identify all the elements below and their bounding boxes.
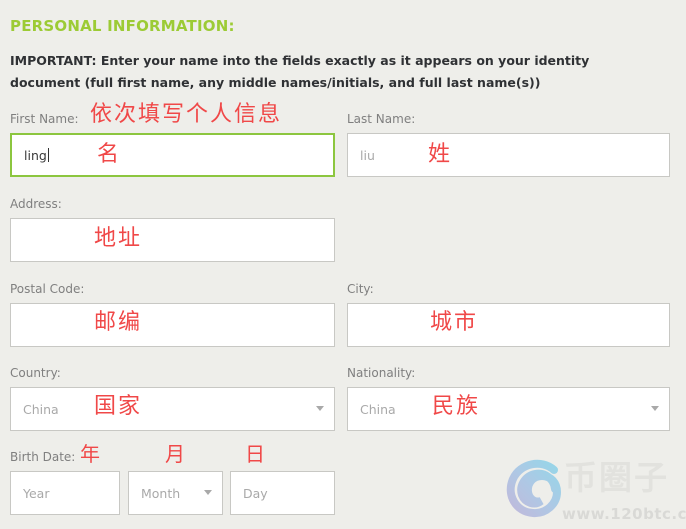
text-caret [47, 148, 49, 162]
annotation-birth-month: 月 [165, 442, 186, 466]
last-name-placeholder: liu [360, 147, 375, 163]
country-selected-value: China [23, 401, 59, 417]
annotation-fill-in-order: 依次填写个人信息 [90, 102, 283, 127]
watermark: 币圈子 www.120btc.com [502, 455, 686, 527]
address-label: Address: [10, 197, 62, 211]
country-label: Country: [10, 366, 61, 380]
birth-month-select[interactable]: Month [128, 471, 223, 515]
chevron-down-icon[interactable] [204, 490, 212, 495]
postal-code-label: Postal Code: [10, 282, 85, 296]
country-select[interactable]: China [10, 387, 335, 431]
annotation-birth-year: 年 [80, 442, 101, 466]
city-label: City: [347, 282, 374, 296]
watermark-url: www.120btc.com [562, 505, 686, 523]
chevron-down-icon[interactable] [316, 406, 324, 411]
nationality-select[interactable]: China [347, 387, 670, 431]
birth-day-input[interactable]: Day [230, 471, 335, 515]
nationality-label: Nationality: [347, 366, 416, 380]
watermark-brand: 币圈子 [564, 458, 669, 497]
annotation-birth-day: 日 [245, 442, 266, 466]
last-name-label: Last Name: [347, 112, 416, 126]
address-input[interactable] [10, 218, 335, 262]
birth-date-label: Birth Date: [10, 450, 76, 464]
last-name-input[interactable]: liu [347, 133, 670, 177]
page-title: PERSONAL INFORMATION: [10, 17, 235, 35]
city-input[interactable] [347, 303, 670, 347]
watermark-logo-icon [506, 459, 562, 518]
postal-code-input[interactable] [10, 303, 335, 347]
important-note: IMPORTANT: Enter your name into the fiel… [10, 53, 590, 90]
birth-month-placeholder: Month [141, 485, 181, 501]
first-name-input[interactable]: ling [10, 133, 335, 177]
personal-information-form: PERSONAL INFORMATION: IMPORTANT: Enter y… [0, 0, 686, 529]
nationality-selected-value: China [360, 401, 396, 417]
chevron-down-icon[interactable] [651, 406, 659, 411]
first-name-value: ling [24, 147, 47, 163]
birth-year-input[interactable]: Year [10, 471, 120, 515]
birth-year-placeholder: Year [23, 485, 50, 501]
birth-day-placeholder: Day [243, 485, 268, 501]
first-name-label: First Name: [10, 112, 79, 126]
